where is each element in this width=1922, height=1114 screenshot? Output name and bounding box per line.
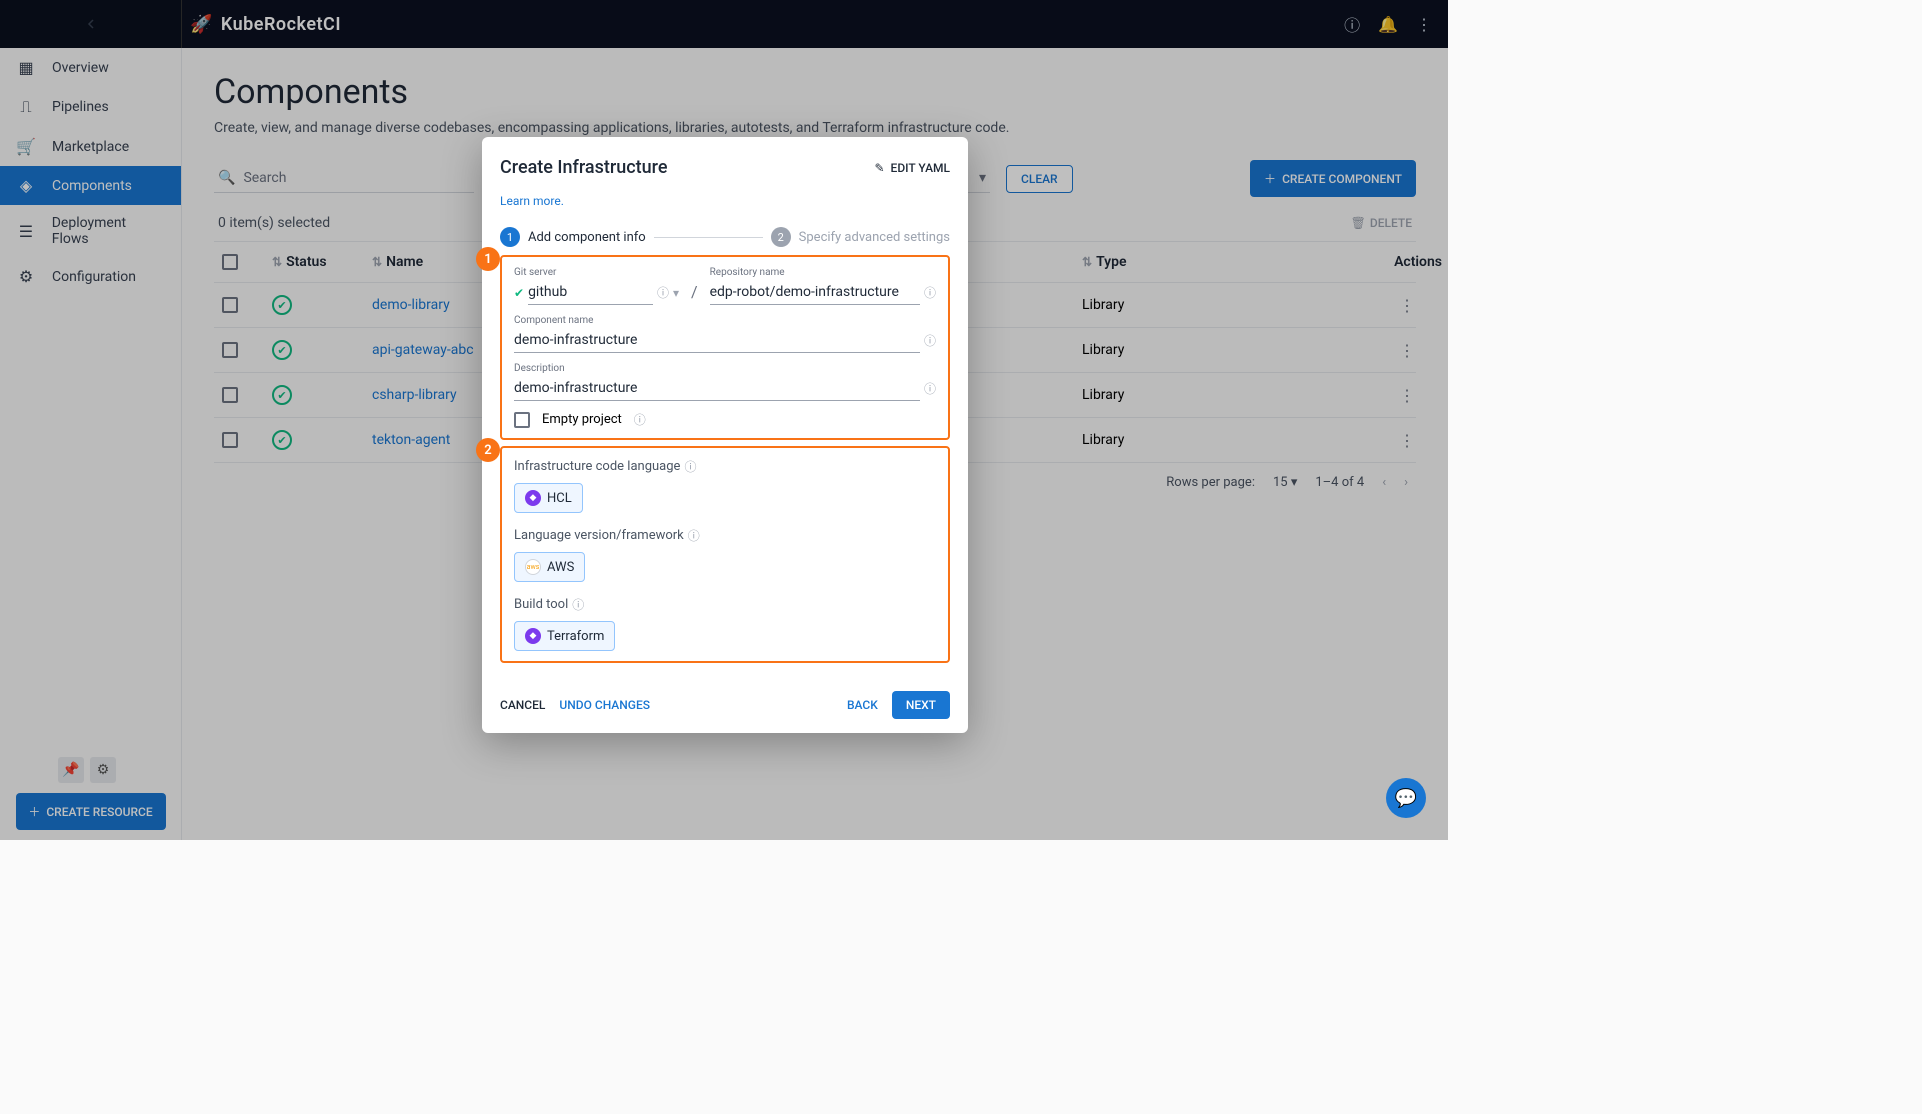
check-circle-icon: ✔ xyxy=(514,286,524,300)
info-icon[interactable]: ⓘ xyxy=(924,284,936,301)
terraform-icon: ◆ xyxy=(525,628,541,644)
create-infrastructure-dialog: Create Infrastructure ✎EDIT YAML Learn m… xyxy=(482,137,968,733)
undo-changes-button[interactable]: UNDO CHANGES xyxy=(559,698,650,712)
info-icon[interactable]: ⓘ xyxy=(572,596,584,613)
stepper: 1 Add component info 2 Specify advanced … xyxy=(500,227,950,247)
hcl-icon: ◆ xyxy=(525,490,541,506)
highlight-section-1: 1 Git server ✔ ⓘ ▾ / Repository name xyxy=(500,255,950,440)
callout-badge-1: 1 xyxy=(476,247,500,271)
aws-icon: aws xyxy=(525,559,541,575)
back-button[interactable]: BACK xyxy=(847,698,878,712)
git-server-select[interactable] xyxy=(528,280,653,305)
step-1-badge: 1 xyxy=(500,227,520,247)
chat-icon: 💬 xyxy=(1395,788,1417,809)
chevron-down-icon[interactable]: ▾ xyxy=(673,286,679,300)
hcl-chip[interactable]: ◆HCL xyxy=(514,483,583,513)
info-icon[interactable]: ⓘ xyxy=(924,332,936,349)
component-name-input[interactable] xyxy=(514,328,920,353)
info-icon[interactable]: ⓘ xyxy=(684,458,696,475)
highlight-section-2: 2 Infrastructure code languageⓘ ◆HCL Lan… xyxy=(500,446,950,663)
description-input[interactable] xyxy=(514,376,920,401)
dialog-title: Create Infrastructure xyxy=(500,157,668,178)
learn-more-link[interactable]: Learn more. xyxy=(500,194,564,208)
aws-chip[interactable]: awsAWS xyxy=(514,552,585,582)
info-icon[interactable]: ⓘ xyxy=(634,411,646,428)
chat-fab[interactable]: 💬 xyxy=(1386,778,1426,818)
repository-name-input[interactable] xyxy=(710,280,920,305)
pencil-icon: ✎ xyxy=(874,161,884,175)
cancel-button[interactable]: CANCEL xyxy=(500,698,545,712)
next-button[interactable]: NEXT xyxy=(892,691,950,719)
callout-badge-2: 2 xyxy=(476,438,500,462)
terraform-chip[interactable]: ◆Terraform xyxy=(514,621,615,651)
empty-project-checkbox[interactable] xyxy=(514,412,530,428)
step-2-badge: 2 xyxy=(771,227,791,247)
edit-yaml-button[interactable]: ✎EDIT YAML xyxy=(874,161,950,175)
info-icon[interactable]: ⓘ xyxy=(688,527,700,544)
info-icon[interactable]: ⓘ xyxy=(924,380,936,397)
info-icon[interactable]: ⓘ xyxy=(657,284,669,301)
